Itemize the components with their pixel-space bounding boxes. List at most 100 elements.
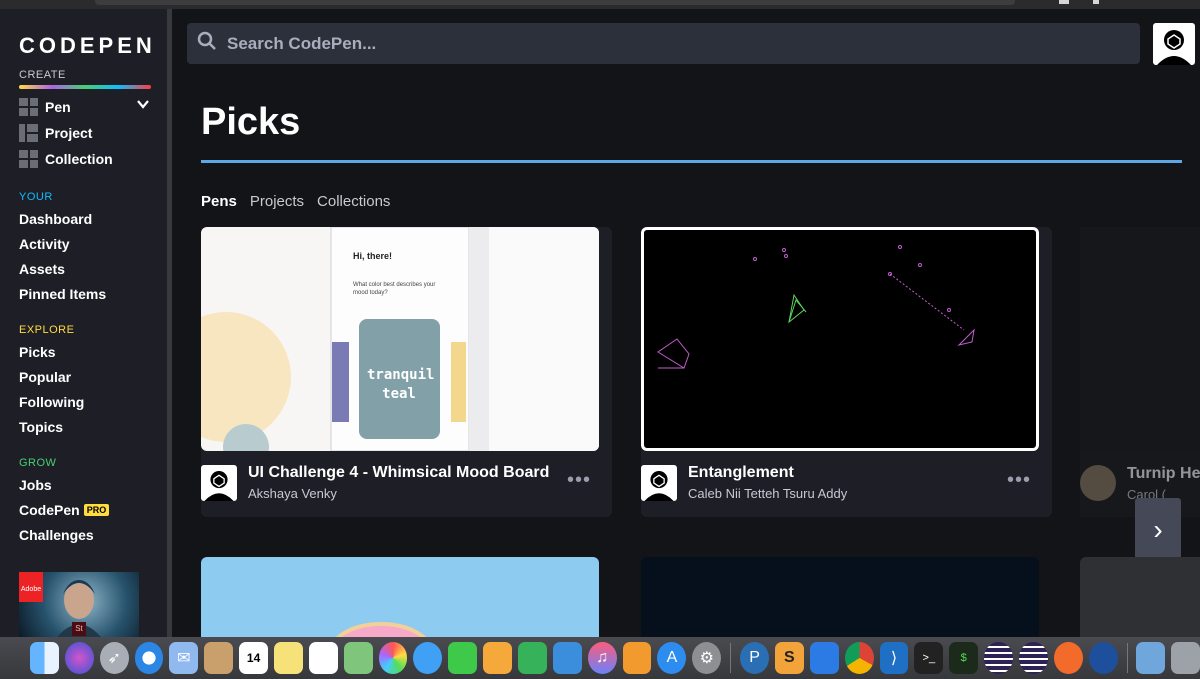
terminal-icon[interactable]: >_	[914, 642, 944, 674]
your-label: YOUR	[19, 191, 53, 203]
nav-topics[interactable]: Topics	[19, 419, 63, 435]
author-avatar[interactable]	[1080, 465, 1116, 501]
launchpad-icon[interactable]: ➶	[99, 642, 129, 674]
more-options-icon[interactable]: •••	[1007, 469, 1031, 492]
create-pen[interactable]: Pen	[19, 97, 71, 117]
dock-separator	[730, 643, 732, 673]
keynote-icon[interactable]	[552, 642, 582, 674]
maps-icon[interactable]	[343, 642, 373, 674]
chevron-down-icon[interactable]	[136, 97, 150, 115]
vscode-icon[interactable]: ⟩	[879, 642, 909, 674]
nav-following[interactable]: Following	[19, 394, 84, 410]
browser-top-bar	[0, 0, 1200, 9]
pen-card: Hi, there! What color best describes you…	[201, 227, 612, 517]
ibooks-icon[interactable]	[622, 642, 652, 674]
project-icon	[19, 124, 38, 142]
create-pen-label: Pen	[45, 99, 71, 115]
pen-author[interactable]: Akshaya Venky	[248, 486, 337, 501]
browser-icon[interactable]	[1059, 0, 1069, 4]
downloads-folder-icon[interactable]	[1136, 642, 1166, 674]
search-input[interactable]	[227, 33, 1107, 54]
pen-preview[interactable]: Hi, there! What color best describes you…	[201, 227, 599, 451]
next-arrow-button[interactable]: ›	[1135, 498, 1181, 563]
pen-icon	[19, 98, 38, 116]
preview-question: What color best describes your mood toda…	[353, 282, 436, 296]
pen-title[interactable]: UI Challenge 4 - Whimsical Mood Board	[248, 464, 549, 482]
search-bar[interactable]	[187, 23, 1140, 64]
grow-label: GROW	[19, 457, 57, 469]
codepen-logo[interactable]: CODEPEN	[19, 33, 156, 59]
search-icon	[187, 31, 227, 56]
numbers-icon[interactable]	[518, 642, 547, 674]
siri-icon[interactable]	[64, 642, 94, 674]
create-rainbow-bar	[19, 85, 151, 89]
pen-card-partial: Turnip Hea Carol (	[1080, 227, 1200, 517]
pen-author[interactable]: Caleb Nii Tetteh Tsuru Addy	[688, 486, 847, 501]
mail-icon[interactable]: ✉	[169, 642, 199, 674]
sublime-icon[interactable]: S	[774, 642, 804, 674]
explore-label: EXPLORE	[19, 324, 75, 336]
contacts-icon[interactable]	[204, 642, 234, 674]
itunes-icon[interactable]: ♫	[587, 642, 617, 674]
appstore-icon[interactable]: A	[657, 642, 687, 674]
pro-badge: PRO	[83, 504, 110, 516]
more-options-icon[interactable]: •••	[567, 469, 591, 492]
brave-icon[interactable]	[1053, 642, 1083, 674]
pages-icon[interactable]	[483, 642, 513, 674]
user-avatar[interactable]	[1153, 23, 1195, 65]
tab-pens[interactable]: Pens	[201, 193, 237, 210]
proxy-icon[interactable]	[1088, 642, 1118, 674]
nav-pinned-items[interactable]: Pinned Items	[19, 286, 106, 302]
nav-challenges[interactable]: Challenges	[19, 527, 94, 543]
pen-preview[interactable]	[641, 227, 1039, 451]
adobe-logo: Adobe	[19, 572, 43, 602]
title-underline	[201, 160, 1182, 163]
pen-title[interactable]: Entanglement	[688, 464, 794, 482]
chrome-icon[interactable]	[844, 642, 874, 674]
finder-icon[interactable]	[30, 642, 59, 674]
photos-icon[interactable]	[378, 642, 408, 674]
eclipse2-icon[interactable]	[1018, 642, 1048, 674]
sidebar-ad[interactable]: Adobe St	[19, 572, 139, 637]
vpn-icon[interactable]	[809, 642, 839, 674]
author-avatar[interactable]	[641, 465, 677, 501]
nav-codepen-pro[interactable]: CodePen PRO	[19, 502, 110, 518]
page-title: Picks	[201, 101, 301, 143]
create-project[interactable]: Project	[19, 123, 92, 143]
pen-preview[interactable]	[641, 557, 1039, 637]
safari-icon[interactable]	[134, 642, 164, 674]
preview-swatch-label: tranquil teal	[367, 367, 435, 402]
pen-card: Entanglement Caleb Nii Tetteh Tsuru Addy…	[641, 227, 1052, 517]
nav-jobs[interactable]: Jobs	[19, 477, 52, 493]
nav-dashboard[interactable]: Dashboard	[19, 211, 92, 227]
iterm-icon[interactable]: $	[949, 642, 979, 674]
pen-preview[interactable]	[201, 557, 599, 637]
tab-projects[interactable]: Projects	[250, 193, 304, 210]
pen-title[interactable]: Turnip Hea	[1127, 465, 1200, 483]
main-content: Picks Pens Projects Collections Hi, ther…	[177, 9, 1200, 637]
calendar-icon[interactable]: 14	[239, 642, 269, 674]
browser-icon[interactable]	[1093, 0, 1099, 4]
pen-preview[interactable]	[1080, 227, 1200, 451]
reminders-icon[interactable]	[308, 642, 338, 674]
address-bar-edge[interactable]	[95, 0, 1015, 5]
collection-icon	[19, 150, 38, 168]
nav-assets[interactable]: Assets	[19, 261, 65, 277]
author-avatar[interactable]	[201, 465, 237, 501]
preferences-icon[interactable]: ⚙	[692, 642, 722, 674]
eclipse-icon[interactable]	[984, 642, 1013, 674]
nav-activity[interactable]: Activity	[19, 236, 70, 252]
codepen-app-icon[interactable]: P	[740, 642, 769, 674]
trash-icon[interactable]	[1171, 642, 1200, 674]
messages-icon[interactable]	[413, 642, 443, 674]
sidebar: CODEPEN CREATE Pen Project Collection YO…	[0, 9, 172, 637]
create-collection[interactable]: Collection	[19, 149, 113, 169]
pen-preview[interactable]	[1080, 557, 1200, 637]
nav-popular[interactable]: Popular	[19, 369, 71, 385]
content-tabs: Pens Projects Collections	[201, 193, 390, 210]
notes-icon[interactable]	[274, 642, 303, 674]
create-label: CREATE	[19, 69, 66, 81]
nav-picks[interactable]: Picks	[19, 344, 56, 360]
tab-collections[interactable]: Collections	[317, 193, 390, 210]
facetime-icon[interactable]	[448, 642, 478, 674]
